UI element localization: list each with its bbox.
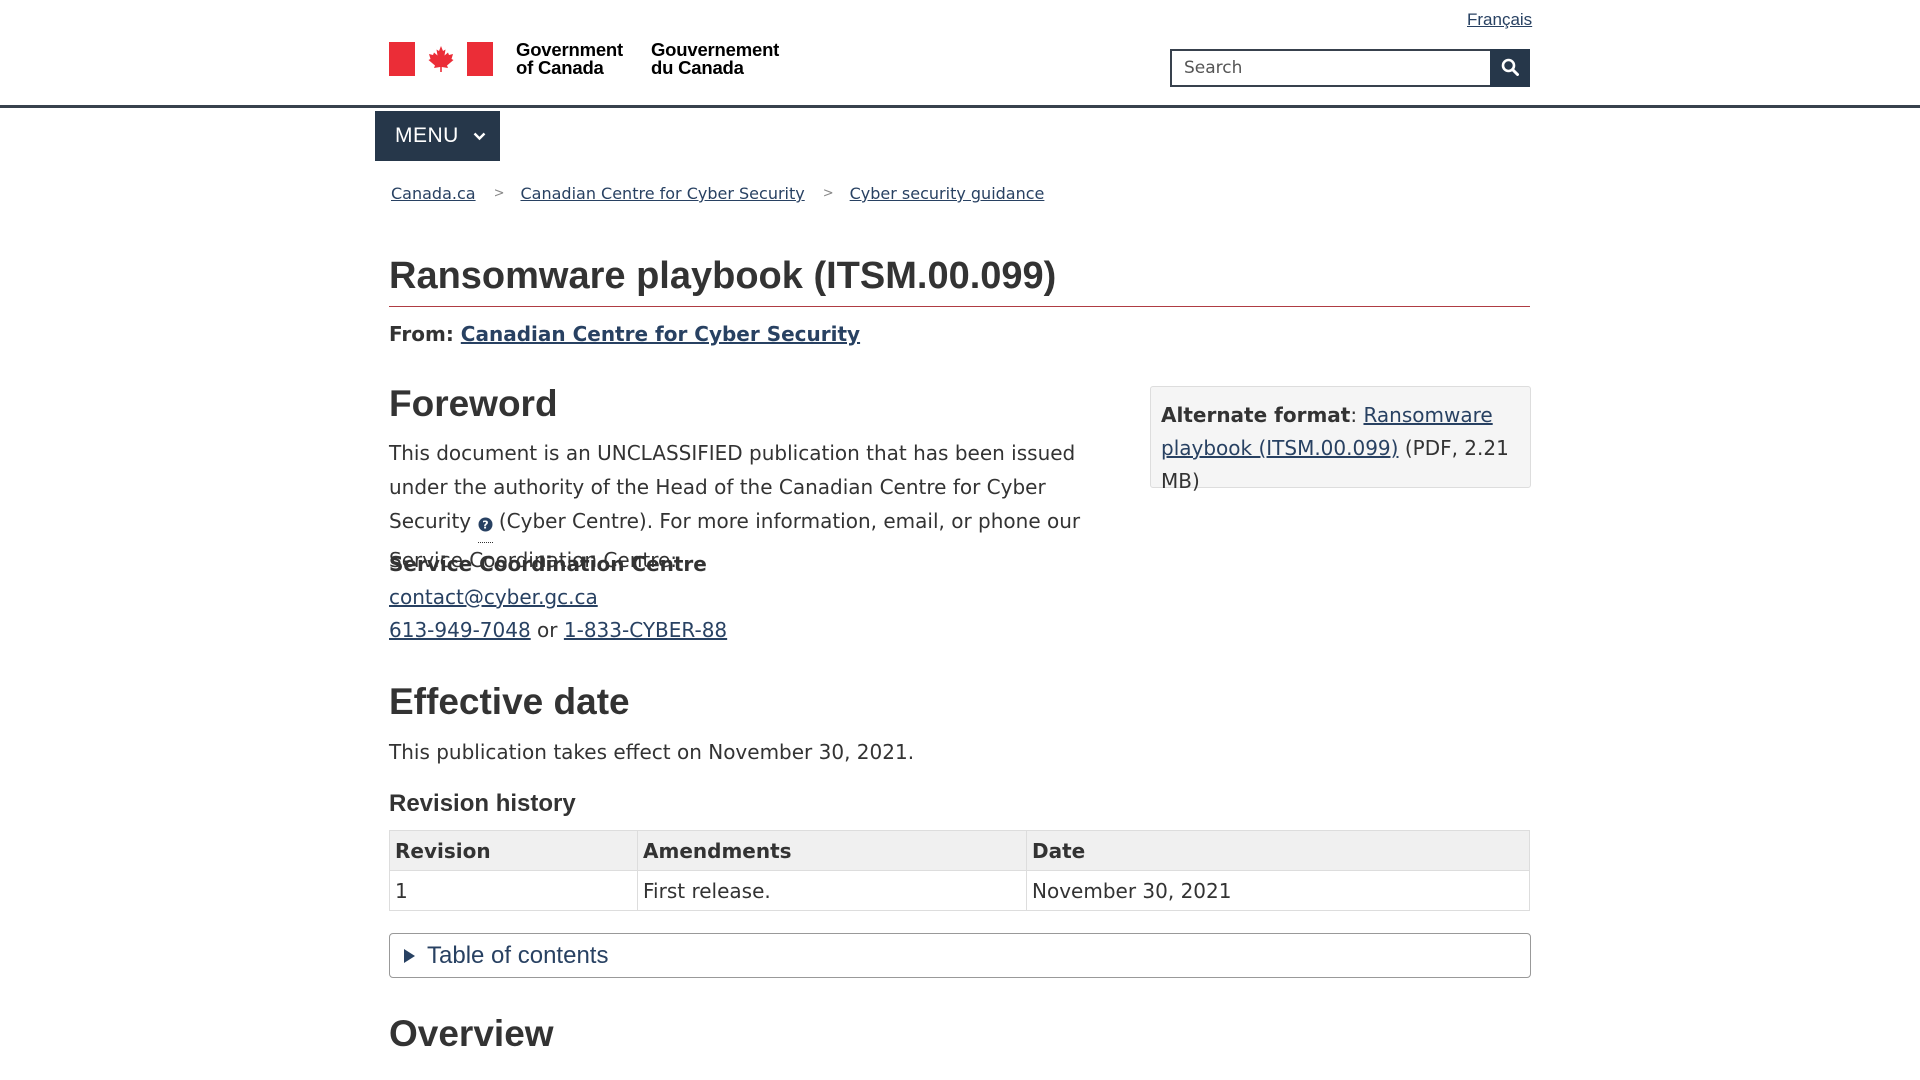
- main-menu-button[interactable]: MENU: [375, 111, 500, 161]
- effective-date-heading: Effective date: [389, 681, 630, 722]
- search-button[interactable]: [1490, 49, 1530, 87]
- from-line: From: Canadian Centre for Cyber Security: [389, 322, 860, 346]
- from-label: From:: [389, 322, 454, 346]
- search-input[interactable]: [1170, 49, 1490, 87]
- site-search: [1170, 49, 1530, 87]
- breadcrumb-separator: >: [822, 186, 834, 201]
- cell-date: November 30, 2021: [1026, 870, 1530, 911]
- breadcrumb-separator: >: [493, 186, 505, 201]
- contact-label: Service Coordination Centre: [389, 552, 707, 576]
- cell-revision: 1: [389, 870, 638, 911]
- government-wordmark: Government of Canada Gouvernement du Can…: [516, 39, 780, 78]
- alternate-format-box: Alternate format: Ransomware playbook (I…: [1150, 386, 1531, 493]
- column-header-revision: Revision: [389, 830, 638, 871]
- revision-history-table: Revision Amendments Date 1 First release…: [389, 830, 1530, 911]
- contact-block: Service Coordination Centre contact@cybe…: [389, 548, 727, 647]
- foreword-heading: Foreword: [389, 383, 558, 424]
- phone-link-tollfree[interactable]: 1-833-CYBER-88: [564, 618, 727, 642]
- effective-date-text: This publication takes effect on Novembe…: [389, 740, 915, 764]
- overview-heading: Overview: [389, 1013, 554, 1054]
- table-of-contents-toggle[interactable]: Table of contents: [389, 933, 1531, 978]
- column-header-date: Date: [1026, 830, 1530, 871]
- site-header: Français Government of Canada Gouverneme…: [0, 0, 1920, 108]
- disclosure-triangle-icon: [404, 948, 415, 963]
- svg-text:?: ?: [482, 519, 488, 532]
- chevron-down-icon: [473, 132, 486, 141]
- wordmark-english: Government of Canada: [516, 39, 623, 78]
- table-header-row: Revision Amendments Date: [389, 830, 1530, 871]
- search-icon: [1501, 58, 1519, 79]
- government-of-canada-signature[interactable]: Government of Canada Gouvernement du Can…: [389, 39, 780, 78]
- cell-amendments: First release.: [637, 870, 1027, 911]
- column-header-amendments: Amendments: [637, 830, 1027, 871]
- question-icon[interactable]: ?: [477, 508, 493, 543]
- page-title: Ransomware playbook (ITSM.00.099): [389, 255, 1530, 307]
- alternate-format-label: Alternate format: [1161, 403, 1351, 427]
- table-row: 1 First release. November 30, 2021: [389, 870, 1530, 911]
- phone-link-local[interactable]: 613-949-7048: [389, 618, 531, 642]
- breadcrumb-canada-ca[interactable]: Canada.ca: [391, 184, 476, 203]
- from-cyber-centre-link[interactable]: Canadian Centre for Cyber Security: [461, 322, 860, 346]
- breadcrumb-cyber-guidance[interactable]: Cyber security guidance: [850, 184, 1045, 203]
- phone-or: or: [537, 618, 558, 642]
- language-toggle-link[interactable]: Français: [1467, 10, 1532, 30]
- toc-label: Table of contents: [427, 941, 609, 969]
- revision-history-heading: Revision history: [389, 790, 576, 817]
- breadcrumb-cyber-centre[interactable]: Canadian Centre for Cyber Security: [520, 184, 804, 203]
- canada-flag-icon: [389, 42, 493, 76]
- menu-label: MENU: [395, 124, 459, 147]
- contact-email-link[interactable]: contact@cyber.gc.ca: [389, 585, 598, 609]
- wordmark-french: Gouvernement du Canada: [650, 39, 780, 78]
- breadcrumb: Canada.ca > Canadian Centre for Cyber Se…: [391, 184, 1044, 203]
